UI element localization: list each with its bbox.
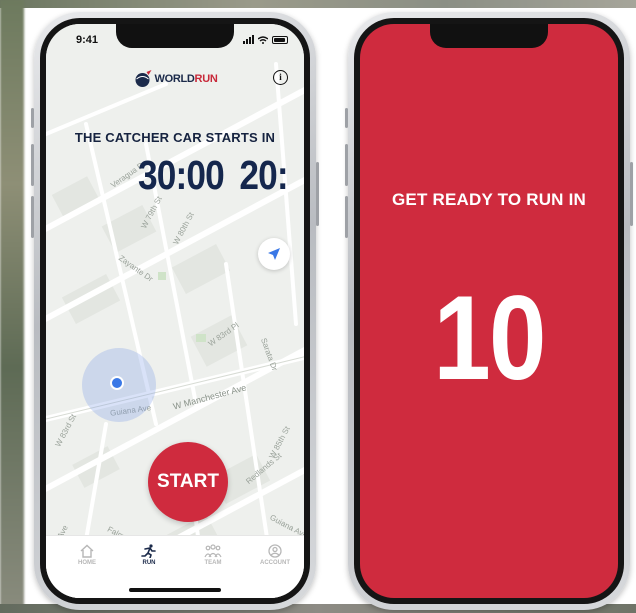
- recenter-location-button[interactable]: [258, 238, 290, 270]
- volume-up-button: [31, 144, 34, 186]
- volume-down-button: [31, 196, 34, 238]
- runner-icon: [141, 544, 156, 558]
- wifi-icon: [258, 35, 268, 44]
- account-icon: [268, 544, 282, 558]
- get-ready-screen: GET READY TO RUN IN 10: [360, 24, 618, 598]
- globe-runner-icon: [135, 70, 152, 87]
- status-icons: [243, 35, 288, 44]
- phone-frame-left: Veragua Dr W 79th St W 80th St Zayante D…: [31, 12, 319, 610]
- status-time: 9:41: [76, 34, 99, 46]
- mute-switch: [31, 108, 34, 128]
- phone-bezel: Veragua Dr W 79th St W 80th St Zayante D…: [40, 18, 310, 604]
- tab-team[interactable]: TEAM: [188, 544, 238, 566]
- countdown-primary: 30:00: [138, 152, 225, 198]
- logo-wordmark: WORLDRUN: [154, 73, 218, 85]
- tab-home[interactable]: HOME: [62, 544, 112, 566]
- info-icon[interactable]: i: [273, 70, 288, 85]
- background-photo-top: [0, 0, 636, 8]
- team-icon: [204, 544, 222, 558]
- power-button: [316, 162, 319, 226]
- tab-account[interactable]: ACCOUNT: [250, 544, 300, 566]
- get-ready-title: GET READY TO RUN IN: [392, 190, 586, 209]
- power-button: [630, 162, 633, 226]
- catcher-countdown: 30:00 20:: [138, 152, 289, 199]
- home-indicator[interactable]: [129, 588, 221, 592]
- battery-icon: [272, 35, 288, 44]
- home-icon: [80, 544, 94, 558]
- notch: [430, 24, 548, 48]
- phone-frame-right: GET READY TO RUN IN 10: [345, 12, 633, 610]
- get-ready-countdown: 10: [433, 271, 546, 405]
- notch: [116, 24, 234, 48]
- phone-bezel: GET READY TO RUN IN 10: [354, 18, 624, 604]
- mute-switch: [345, 108, 348, 128]
- tab-label: HOME: [78, 560, 96, 566]
- tab-run[interactable]: RUN: [124, 544, 174, 566]
- volume-down-button: [345, 196, 348, 238]
- wings-for-life-world-run-logo: WORLDRUN: [133, 70, 218, 88]
- tab-label: TEAM: [204, 560, 222, 566]
- run-screen: Veragua Dr W 79th St W 80th St Zayante D…: [46, 24, 304, 598]
- background-photo-left: [0, 0, 24, 613]
- navigation-arrow-icon: [268, 248, 280, 260]
- tab-label: RUN: [142, 560, 156, 566]
- current-location-dot: [110, 376, 124, 390]
- catcher-car-title: THE CATCHER CAR STARTS IN: [74, 130, 276, 145]
- countdown-secondary: 20:: [239, 152, 288, 198]
- tab-label: ACCOUNT: [260, 560, 290, 566]
- start-button[interactable]: START: [148, 442, 228, 522]
- volume-up-button: [345, 144, 348, 186]
- signal-icon: [243, 35, 254, 44]
